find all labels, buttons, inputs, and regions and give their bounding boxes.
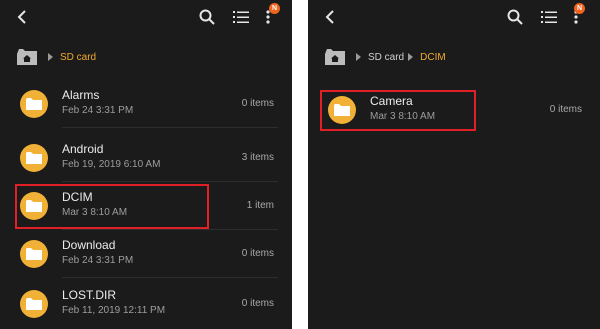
folder-row-lostdir[interactable]: LOST.DIR Feb 11, 2019 12:11 PM 0 items: [0, 280, 292, 328]
folder-item-count: 1 item: [246, 200, 274, 211]
search-icon[interactable]: [506, 8, 524, 26]
back-arrow-icon[interactable]: [322, 8, 340, 26]
folder-name: Download: [62, 238, 116, 252]
folder-date: Feb 24 3:31 PM: [62, 255, 134, 266]
breadcrumb-separator-icon: [356, 53, 361, 61]
file-browser-dcim: N SD card DCIM Camera Mar 3 8:10 AM 0 it…: [308, 0, 600, 329]
top-bar: N: [0, 0, 292, 34]
folder-date: Feb 24 3:31 PM: [62, 105, 134, 116]
divider: [62, 277, 278, 278]
breadcrumb-separator-icon: [48, 53, 53, 61]
file-browser-sdcard: N SD card Alarms Feb 24 3:31 PM 0 items …: [0, 0, 292, 329]
folder-item-count: 0 items: [241, 298, 274, 309]
folder-item-count: 0 items: [241, 248, 274, 259]
folder-name: LOST.DIR: [62, 288, 117, 302]
highlight-box-dcim: [15, 184, 209, 229]
folder-item-count: 3 items: [241, 152, 274, 163]
breadcrumb: SD card: [16, 46, 96, 68]
home-storage-icon[interactable]: [324, 48, 346, 66]
folder-row-android[interactable]: Android Feb 19, 2019 6:10 AM 3 items: [0, 134, 292, 182]
breadcrumb-dcim[interactable]: DCIM: [420, 52, 446, 63]
folder-icon: [20, 290, 48, 318]
folder-name: Android: [62, 142, 104, 156]
breadcrumb: SD card DCIM: [324, 46, 446, 68]
home-storage-icon[interactable]: [16, 48, 38, 66]
divider: [62, 127, 278, 128]
breadcrumb-sdcard[interactable]: SD card: [368, 52, 404, 63]
folder-row-alarms[interactable]: Alarms Feb 24 3:31 PM 0 items: [0, 80, 292, 128]
folder-icon: [20, 240, 48, 268]
list-view-icon[interactable]: [540, 8, 558, 26]
folder-item-count: 0 items: [549, 104, 582, 115]
folder-row-download[interactable]: Download Feb 24 3:31 PM 0 items: [0, 230, 292, 278]
folder-item-count: 0 items: [241, 98, 274, 109]
list-view-icon[interactable]: [232, 8, 250, 26]
back-arrow-icon[interactable]: [14, 8, 32, 26]
search-icon[interactable]: [198, 8, 216, 26]
breadcrumb-separator-icon: [408, 53, 414, 61]
breadcrumb-sdcard[interactable]: SD card: [60, 52, 96, 63]
folder-date: Feb 11, 2019 12:11 PM: [62, 305, 166, 316]
folder-name: Alarms: [62, 88, 100, 102]
notification-badge: N: [574, 3, 585, 14]
notification-badge: N: [269, 3, 280, 14]
top-bar: N: [308, 0, 600, 34]
folder-icon: [20, 90, 48, 118]
folder-date: Feb 19, 2019 6:10 AM: [62, 159, 161, 170]
folder-icon: [20, 144, 48, 172]
highlight-box-camera: [320, 90, 476, 131]
